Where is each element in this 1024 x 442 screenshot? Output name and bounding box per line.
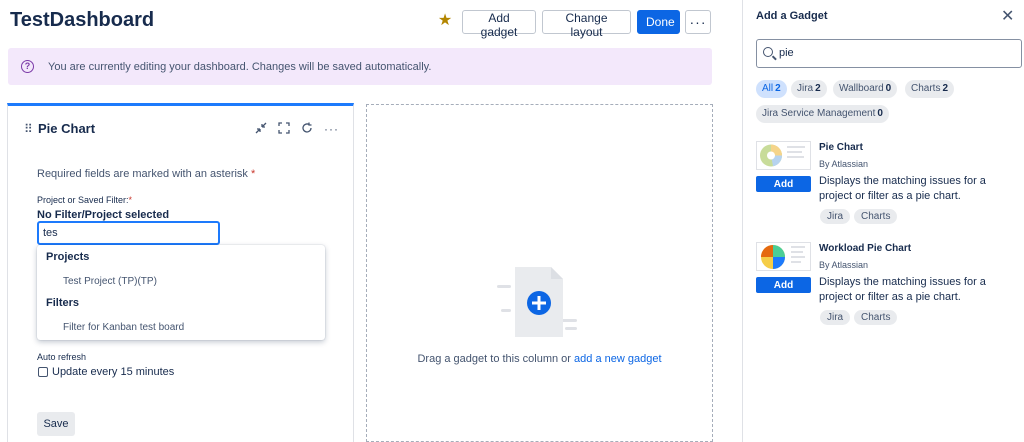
save-button[interactable]: Save xyxy=(37,412,75,436)
gadget-name: Pie Chart xyxy=(819,142,863,153)
filter-field-label: Project or Saved Filter:* xyxy=(37,195,133,205)
banner-text: You are currently editing your dashboard… xyxy=(48,61,432,73)
page-title: TestDashboard xyxy=(10,9,155,31)
gadget-title: Pie Chart xyxy=(38,121,96,136)
gadget-tag: Charts xyxy=(854,209,898,224)
filter-chip-wallboard[interactable]: Wallboard 0 xyxy=(833,80,898,98)
dropdown-item-filter[interactable]: Filter for Kanban test board xyxy=(63,322,184,333)
auto-refresh-option-label[interactable]: Update every 15 minutes xyxy=(52,366,174,378)
gadget-tag: Jira xyxy=(820,310,851,325)
change-layout-button[interactable]: Change layout xyxy=(542,10,631,39)
gadget-author: By Atlassian xyxy=(819,260,869,270)
panel-title: Add a Gadget xyxy=(756,10,828,22)
auto-refresh-label: Auto refresh xyxy=(37,352,87,362)
add-workload-pie-chart-button[interactable]: Add xyxy=(756,277,811,293)
gadget-tag: Charts xyxy=(854,310,898,325)
pie-chart-gadget: ⠿ Pie Chart ··· Required fields are mark… xyxy=(7,103,354,442)
gadget-author: By Atlassian xyxy=(819,159,869,169)
dropdown-heading-projects: Projects xyxy=(46,251,90,263)
required-fields-note: Required fields are marked with an aster… xyxy=(37,168,256,180)
add-gadget-panel: Add a Gadget ✕ All2 Jira2 Wallboard0 Cha… xyxy=(742,0,1024,442)
info-icon: ? xyxy=(21,60,34,73)
fullscreen-icon[interactable] xyxy=(277,122,291,136)
filter-current-value: No Filter/Project selected xyxy=(37,209,170,221)
done-button[interactable]: Done xyxy=(637,10,680,34)
add-pie-chart-button[interactable]: Add xyxy=(756,176,811,192)
gadget-name: Workload Pie Chart xyxy=(819,243,912,254)
more-icon[interactable]: ··· xyxy=(324,122,338,136)
empty-dashboard-column: Drag a gadget to this column or add a ne… xyxy=(366,104,713,442)
empty-column-message: Drag a gadget to this column or add a ne… xyxy=(417,353,662,365)
gadget-search-field[interactable] xyxy=(756,39,1022,68)
pie-chart-thumbnail xyxy=(756,141,811,170)
star-icon[interactable]: ★ xyxy=(436,12,454,30)
add-gadget-button[interactable]: Add gadget xyxy=(462,10,536,39)
more-actions-button[interactable]: ··· xyxy=(685,10,711,34)
filter-suggestions-dropdown: Projects Test Project (TP)(TP) Filters F… xyxy=(37,245,325,340)
dropdown-item-project[interactable]: Test Project (TP)(TP) xyxy=(63,276,157,287)
minimize-icon[interactable] xyxy=(254,122,268,136)
search-icon xyxy=(763,47,773,57)
gadget-description: Displays the matching issues for a proje… xyxy=(819,276,986,303)
filter-search-input[interactable] xyxy=(37,221,220,245)
edit-mode-banner: ? You are currently editing your dashboa… xyxy=(8,48,712,85)
filter-chip-all[interactable]: All 2 xyxy=(756,80,787,98)
close-icon[interactable]: ✕ xyxy=(1001,6,1014,26)
dropdown-heading-filters: Filters xyxy=(46,297,80,309)
add-new-gadget-link[interactable]: add a new gadget xyxy=(574,353,661,365)
add-gadget-illustration xyxy=(497,265,579,345)
refresh-icon[interactable] xyxy=(300,122,314,136)
drag-handle-icon[interactable]: ⠿ xyxy=(24,122,33,136)
filter-chip-jsm[interactable]: Jira Service Management 0 xyxy=(756,105,889,123)
gadget-tag: Jira xyxy=(820,209,851,224)
filter-chip-jira[interactable]: Jira 2 xyxy=(791,80,827,98)
gadget-description: Displays the matching issues for a proje… xyxy=(819,175,986,202)
gadget-search-input[interactable] xyxy=(779,47,1009,59)
workload-pie-chart-thumbnail xyxy=(756,242,811,271)
filter-chip-charts[interactable]: Charts 2 xyxy=(905,80,955,98)
auto-refresh-checkbox[interactable] xyxy=(38,367,48,377)
